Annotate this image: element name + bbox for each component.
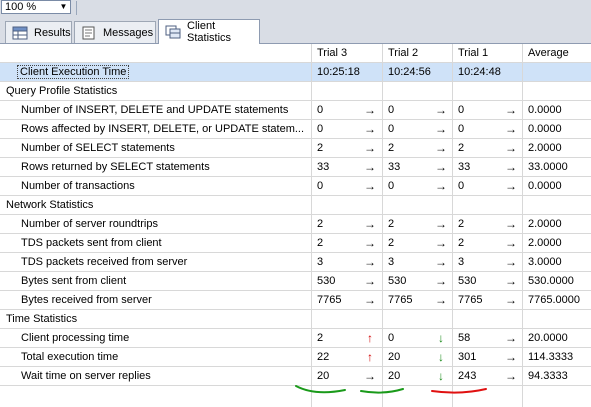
tab-client-statistics[interactable]: Client Statistics [158,19,260,44]
statistics-icon [165,25,181,39]
zoom-select[interactable]: 100 % ▼ [1,0,71,14]
tab-client-statistics-label: Client Statistics [187,20,232,44]
messages-icon [81,26,97,40]
annotation-overlay [295,385,487,394]
grid-icon [12,26,28,40]
underline-trial-2 [360,388,404,394]
client-statistics-grid: Trial 3 Trial 2 Trial 1 Average Client E… [0,44,591,407]
tab-messages[interactable]: Messages [74,21,156,43]
chevron-down-icon[interactable]: ▼ [57,1,70,13]
tab-results-label: Results [34,26,71,39]
tab-results[interactable]: Results [5,21,72,43]
results-tabbar: Results Messages Client Statistics [0,16,591,44]
zoom-toolbar: 100 % ▼ [0,0,591,16]
toolbar-separator [76,1,77,15]
tab-messages-label: Messages [103,26,154,39]
underline-trial-1 [431,388,487,394]
zoom-value: 100 % [5,1,37,13]
underline-trial-3 [295,385,346,394]
